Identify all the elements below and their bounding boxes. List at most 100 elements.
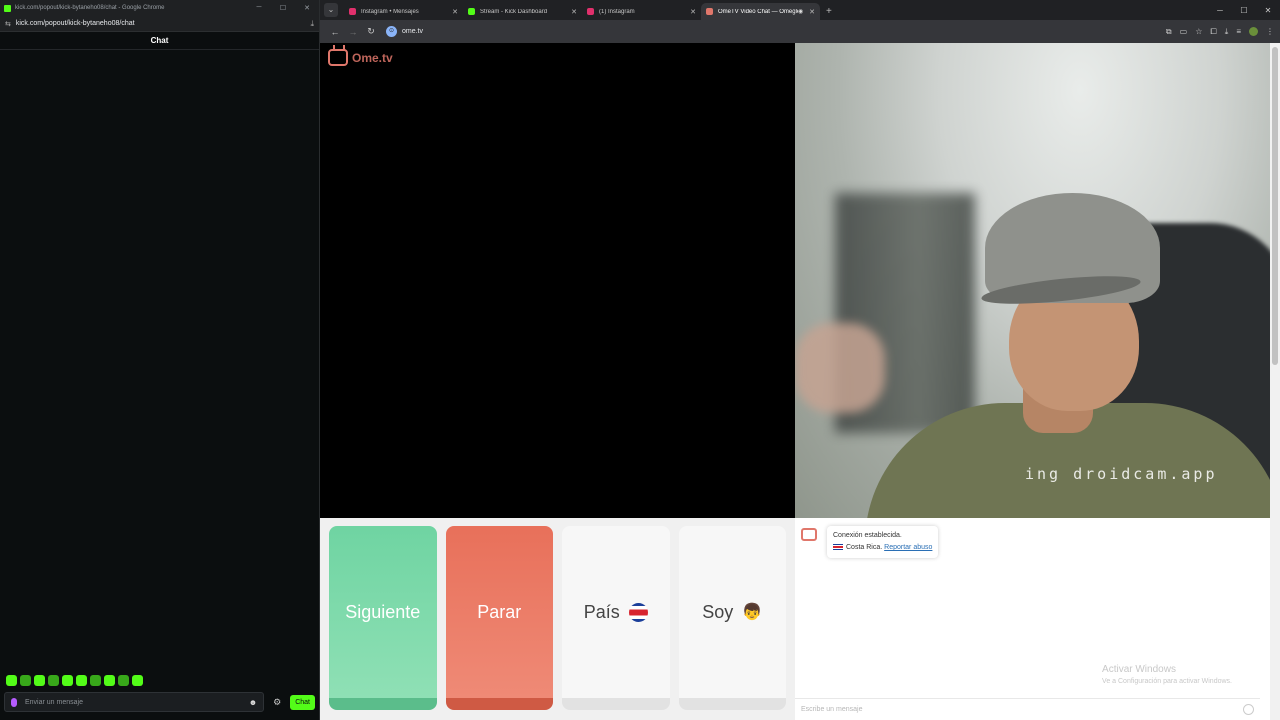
chat-controls: Siguiente Parar País Soy 👦 — [320, 518, 795, 720]
emote-icon[interactable] — [6, 675, 17, 686]
country-button-label: País — [583, 601, 620, 622]
gender-button-label: Soy — [702, 601, 734, 622]
menu-dots-icon[interactable]: ⋮ — [1266, 27, 1274, 36]
maximize-icon[interactable]: ☐ — [271, 4, 295, 12]
tab-label: (1) Instagram — [599, 8, 635, 15]
site-info-icon[interactable]: ⇆ — [5, 20, 11, 28]
reload-icon[interactable]: ↻ — [362, 26, 380, 37]
chat-input-row: Enviar un mensaje ☻ ⚙ Chat — [4, 692, 315, 712]
tab-close-icon[interactable]: ✕ — [809, 8, 815, 16]
costa-rica-flag-icon — [628, 602, 648, 622]
address-bar[interactable]: ⊙ ome.tv — [386, 26, 423, 37]
stranger-video: Ome.tv — [320, 43, 795, 518]
tab-label: Instagram • Mensajes — [361, 8, 419, 15]
browser-window: ⌄ Instagram • Mensajes ✕ Stream - Kick Das… — [320, 0, 1280, 720]
report-abuse-link[interactable]: Reportar abuso — [884, 544, 932, 551]
stop-button[interactable]: Parar — [445, 526, 553, 710]
minimize-icon[interactable]: ─ — [1208, 6, 1232, 15]
kick-chat-window: kick.com/popout/kick-bytaneho08/chat - G… — [0, 0, 320, 720]
close-icon[interactable]: ✕ — [1256, 6, 1280, 15]
url-text[interactable]: ome.tv — [402, 28, 423, 35]
left-address-bar[interactable]: ⇆ kick.com/popout/kick-bytaneho08/chat ⤓ — [0, 16, 319, 32]
left-url-text[interactable]: kick.com/popout/kick-bytaneho08/chat — [16, 20, 135, 27]
emoji-icon[interactable]: ☻ — [249, 698, 257, 707]
chat-input-placeholder: Enviar un mensaje — [25, 698, 83, 706]
left-title-bar: kick.com/popout/kick-bytaneho08/chat - G… — [0, 0, 319, 16]
tab-label: OmeTV Video Chat — Omegle — [718, 8, 798, 15]
chat-header-title: Chat — [150, 36, 169, 45]
page-viewport: Ome.tv ing droidcam.app Siguiente Parar … — [320, 43, 1280, 720]
window-controls: ─ ☐ ✕ — [1208, 6, 1280, 15]
logo-text: Ome.tv — [352, 50, 393, 65]
connection-text: Conexión establecida. — [833, 532, 902, 539]
emote-icon[interactable] — [48, 675, 59, 686]
tv-logo-icon — [328, 49, 348, 66]
back-icon[interactable]: ← — [326, 27, 344, 37]
emote-icon[interactable] — [34, 675, 45, 686]
chat-header: Chat — [0, 32, 319, 50]
close-icon[interactable]: ✕ — [295, 4, 319, 12]
emote-icon[interactable] — [90, 675, 101, 686]
message-panel: Conexión establecida. Costa Rica. Report… — [795, 518, 1270, 720]
activate-windows-title: Activar Windows — [1102, 664, 1176, 675]
tab-favicon-icon — [706, 8, 713, 15]
gender-filter-button[interactable]: Soy 👦 — [678, 526, 786, 710]
sidebar-icon[interactable]: ≡ — [1236, 27, 1241, 36]
site-info-icon[interactable]: ⊙ — [386, 26, 397, 37]
tab-audio-icon[interactable]: ◉ — [798, 8, 803, 15]
browser-tab[interactable]: OmeTV Video Chat — Omegle ◉ ✕ — [701, 3, 820, 20]
gear-icon[interactable]: ⚙ — [270, 697, 284, 708]
microphone-icon[interactable] — [11, 697, 17, 707]
emote-icon[interactable] — [132, 675, 143, 686]
message-input[interactable]: Escribe un mensaje — [795, 698, 1260, 720]
emote-bar — [6, 675, 143, 686]
emote-icon[interactable] — [118, 675, 129, 686]
tab-close-icon[interactable]: ✕ — [452, 8, 458, 16]
system-message-bubble: Conexión establecida. Costa Rica. Report… — [827, 526, 939, 558]
browser-tab[interactable]: (1) Instagram ✕ — [582, 3, 701, 20]
self-camera-video: ing droidcam.app — [795, 43, 1270, 518]
profile-avatar[interactable] — [1249, 27, 1258, 36]
stop-button-label: Parar — [477, 601, 522, 622]
chat-send-button[interactable]: Chat — [290, 694, 315, 710]
country-name: Costa Rica. — [846, 544, 883, 551]
emote-icon[interactable] — [104, 675, 115, 686]
ometv-logo: Ome.tv — [328, 49, 393, 66]
cast-icon[interactable]: ▭ — [1180, 27, 1188, 36]
tab-close-icon[interactable]: ✕ — [571, 8, 577, 16]
smiley-icon[interactable] — [1243, 704, 1254, 715]
download-icon[interactable]: ⤓ — [1225, 27, 1229, 37]
tab-favicon-icon — [587, 8, 594, 15]
tabs-container: Instagram • Mensajes ✕ Stream - Kick Dashb… — [344, 3, 820, 20]
bookmark-star-icon[interactable]: ☆ — [1195, 27, 1202, 36]
emote-icon[interactable] — [20, 675, 31, 686]
next-button[interactable]: Siguiente — [329, 526, 437, 710]
tab-close-icon[interactable]: ✕ — [690, 8, 696, 16]
toolbar-actions: ⧉ ▭ ☆ ⧠ ⤓ ≡ ⋮ — [1166, 27, 1274, 37]
page-scrollbar[interactable] — [1270, 43, 1280, 720]
system-message: Conexión establecida. Costa Rica. Report… — [801, 526, 939, 558]
activate-windows-watermark: Activar Windows Ve a Configuración para … — [1102, 664, 1232, 688]
chat-message-input[interactable]: Enviar un mensaje ☻ — [4, 692, 265, 712]
forward-icon[interactable]: → — [344, 27, 362, 37]
download-icon[interactable]: ⤓ — [310, 19, 314, 29]
maximize-icon[interactable]: ☐ — [1232, 6, 1256, 15]
new-tab-icon[interactable]: + — [826, 6, 832, 17]
country-filter-button[interactable]: País — [562, 526, 670, 710]
translate-icon[interactable]: ⧉ — [1166, 27, 1172, 37]
extensions-icon[interactable]: ⧠ — [1210, 27, 1216, 37]
kick-favicon-icon — [4, 4, 11, 12]
browser-toolbar: ← → ↻ ⊙ ome.tv ⧉ ▭ ☆ ⧠ ⤓ ≡ ⋮ — [320, 20, 1280, 43]
country-line: Costa Rica. Reportar abuso — [833, 542, 932, 554]
tab-search-icon[interactable]: ⌄ — [324, 3, 338, 17]
minimize-icon[interactable]: ─ — [247, 4, 271, 12]
emote-icon[interactable] — [62, 675, 73, 686]
scrollbar-thumb[interactable] — [1272, 47, 1278, 365]
browser-tab[interactable]: Stream - Kick Dashboard ✕ — [463, 3, 582, 20]
tab-favicon-icon — [468, 8, 475, 15]
browser-tab[interactable]: Instagram • Mensajes ✕ — [344, 3, 463, 20]
costa-rica-flag-icon — [833, 544, 843, 551]
boy-emoji-icon: 👦 — [742, 604, 763, 621]
next-button-label: Siguiente — [345, 601, 421, 622]
emote-icon[interactable] — [76, 675, 87, 686]
